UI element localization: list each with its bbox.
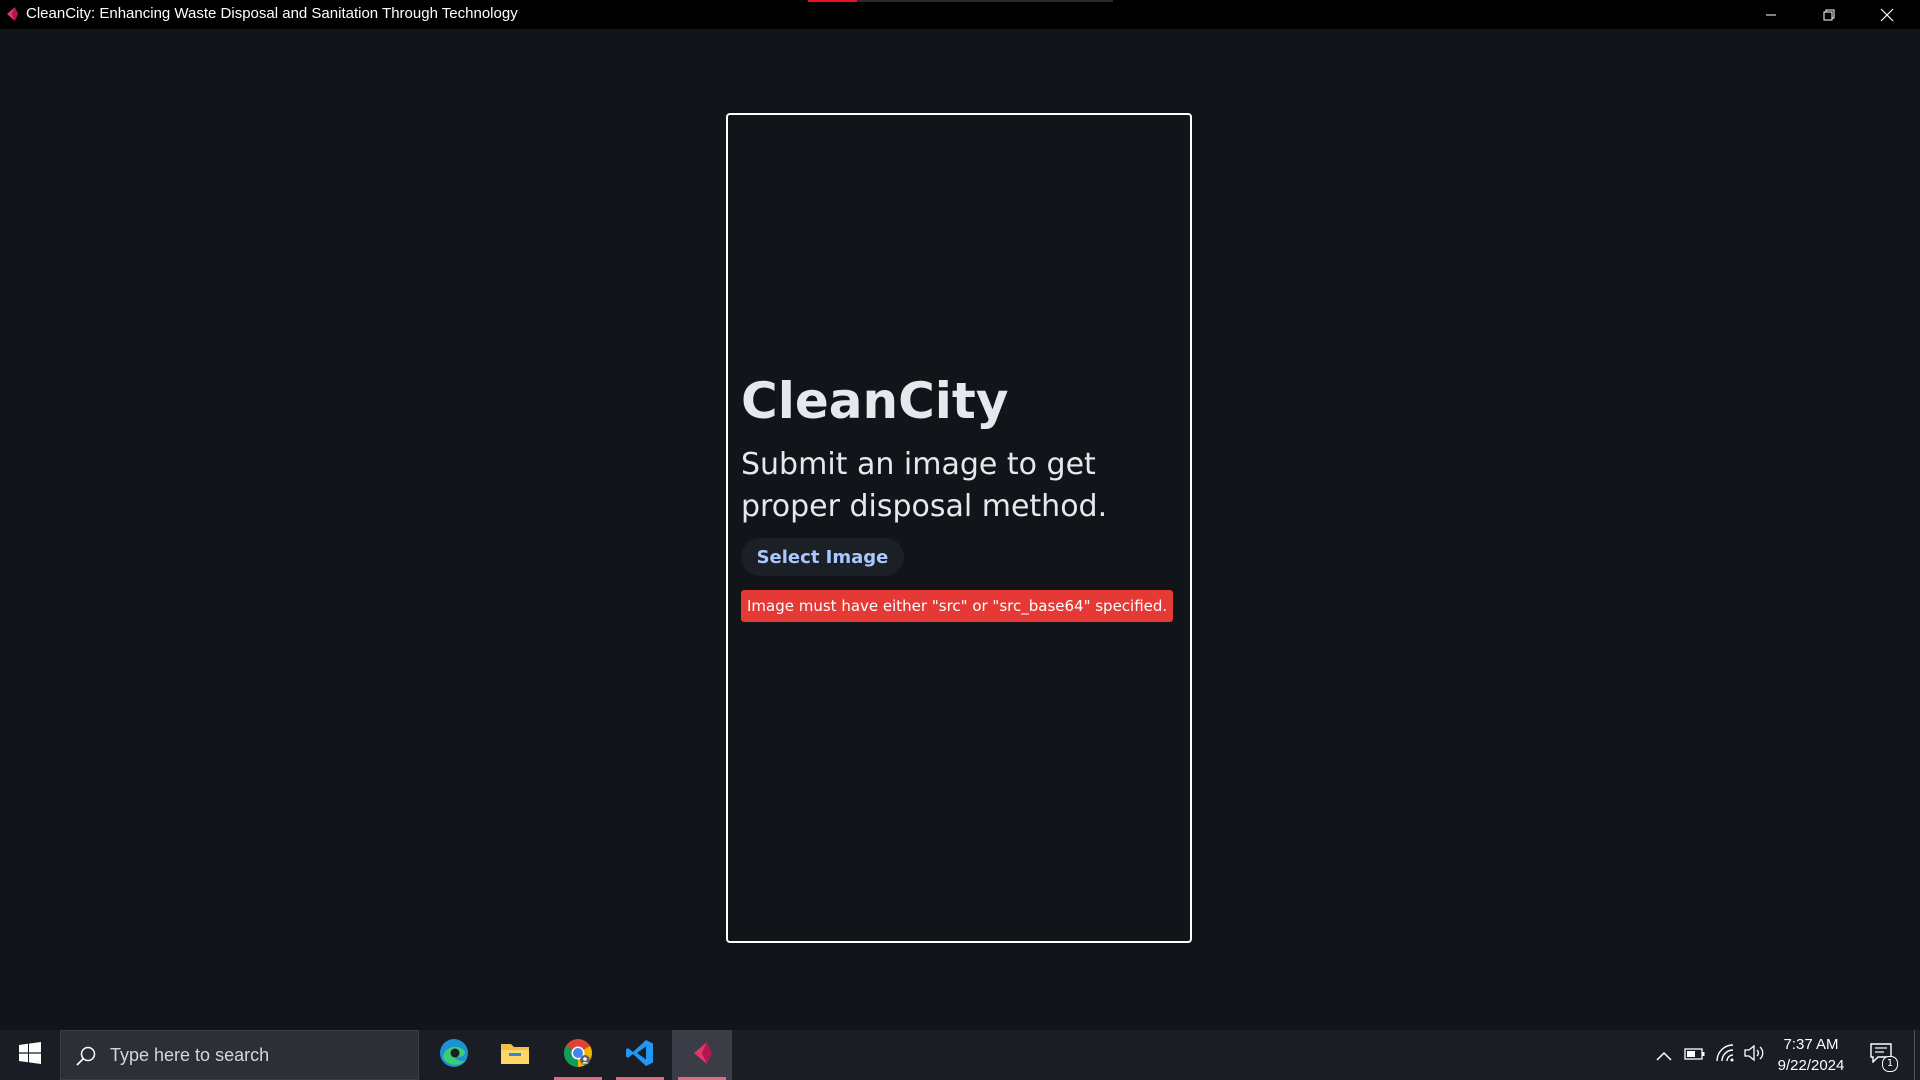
taskbar-app-vscode[interactable] (610, 1030, 670, 1080)
taskbar: Type here to search 7:37 AM 9/22/2024 1 (0, 1030, 1920, 1080)
app-subtitle: Submit an image to get proper disposal m… (741, 447, 1108, 524)
taskbar-app-cleancity[interactable] (672, 1030, 732, 1080)
loading-progress-bar (808, 0, 1113, 2)
window-title: CleanCity: Enhancing Waste Disposal and … (26, 5, 518, 22)
flet-icon (4, 6, 20, 22)
show-desktop-button[interactable] (1914, 1030, 1920, 1080)
close-icon (1880, 8, 1894, 22)
vscode-icon (625, 1038, 655, 1072)
minimize-button[interactable] (1742, 0, 1800, 29)
volume-icon (1744, 1044, 1766, 1066)
error-message: Image must have either "src" or "src_bas… (741, 590, 1174, 622)
notification-center-button[interactable] (1864, 1030, 1898, 1080)
taskbar-app-edge[interactable] (424, 1030, 484, 1080)
app-content: CleanCity Submit an image to get proper … (0, 29, 1920, 1030)
restore-button[interactable] (1800, 0, 1858, 29)
close-button[interactable] (1858, 0, 1916, 29)
show-hidden-icons-button[interactable] (1652, 1030, 1676, 1080)
taskbar-search-box[interactable]: Type here to search (60, 1030, 419, 1080)
window-titlebar[interactable]: CleanCity: Enhancing Waste Disposal and … (0, 0, 1920, 29)
taskbar-app-chrome[interactable] (548, 1030, 608, 1080)
select-image-button[interactable]: Select Image (741, 538, 904, 576)
wifi-icon (1715, 1044, 1735, 1066)
search-icon (75, 1045, 97, 1071)
chevron-up-icon (1656, 1046, 1672, 1065)
clock-time: 7:37 AM (1783, 1036, 1839, 1053)
start-button[interactable] (0, 1030, 60, 1080)
taskbar-app-file-explorer[interactable] (485, 1030, 545, 1080)
app-heading: CleanCity (741, 372, 1009, 430)
notification-count-badge: 1 (1882, 1056, 1898, 1072)
network-button[interactable] (1712, 1030, 1738, 1080)
edge-icon (438, 1037, 470, 1073)
chrome-icon (562, 1037, 594, 1073)
battery-button[interactable] (1682, 1030, 1708, 1080)
windows-logo-icon (19, 1042, 41, 1068)
taskbar-clock[interactable]: 7:37 AM 9/22/2024 (1768, 1034, 1854, 1076)
flet-app-icon (689, 1040, 715, 1070)
minimize-icon (1765, 9, 1777, 21)
restore-icon (1823, 9, 1835, 21)
file-explorer-icon (500, 1040, 530, 1070)
clock-date: 9/22/2024 (1777, 1057, 1845, 1074)
volume-button[interactable] (1742, 1030, 1768, 1080)
main-card: CleanCity Submit an image to get proper … (726, 113, 1192, 943)
loading-progress-fill (808, 0, 857, 2)
battery-icon (1684, 1046, 1706, 1065)
search-placeholder: Type here to search (110, 1045, 270, 1065)
